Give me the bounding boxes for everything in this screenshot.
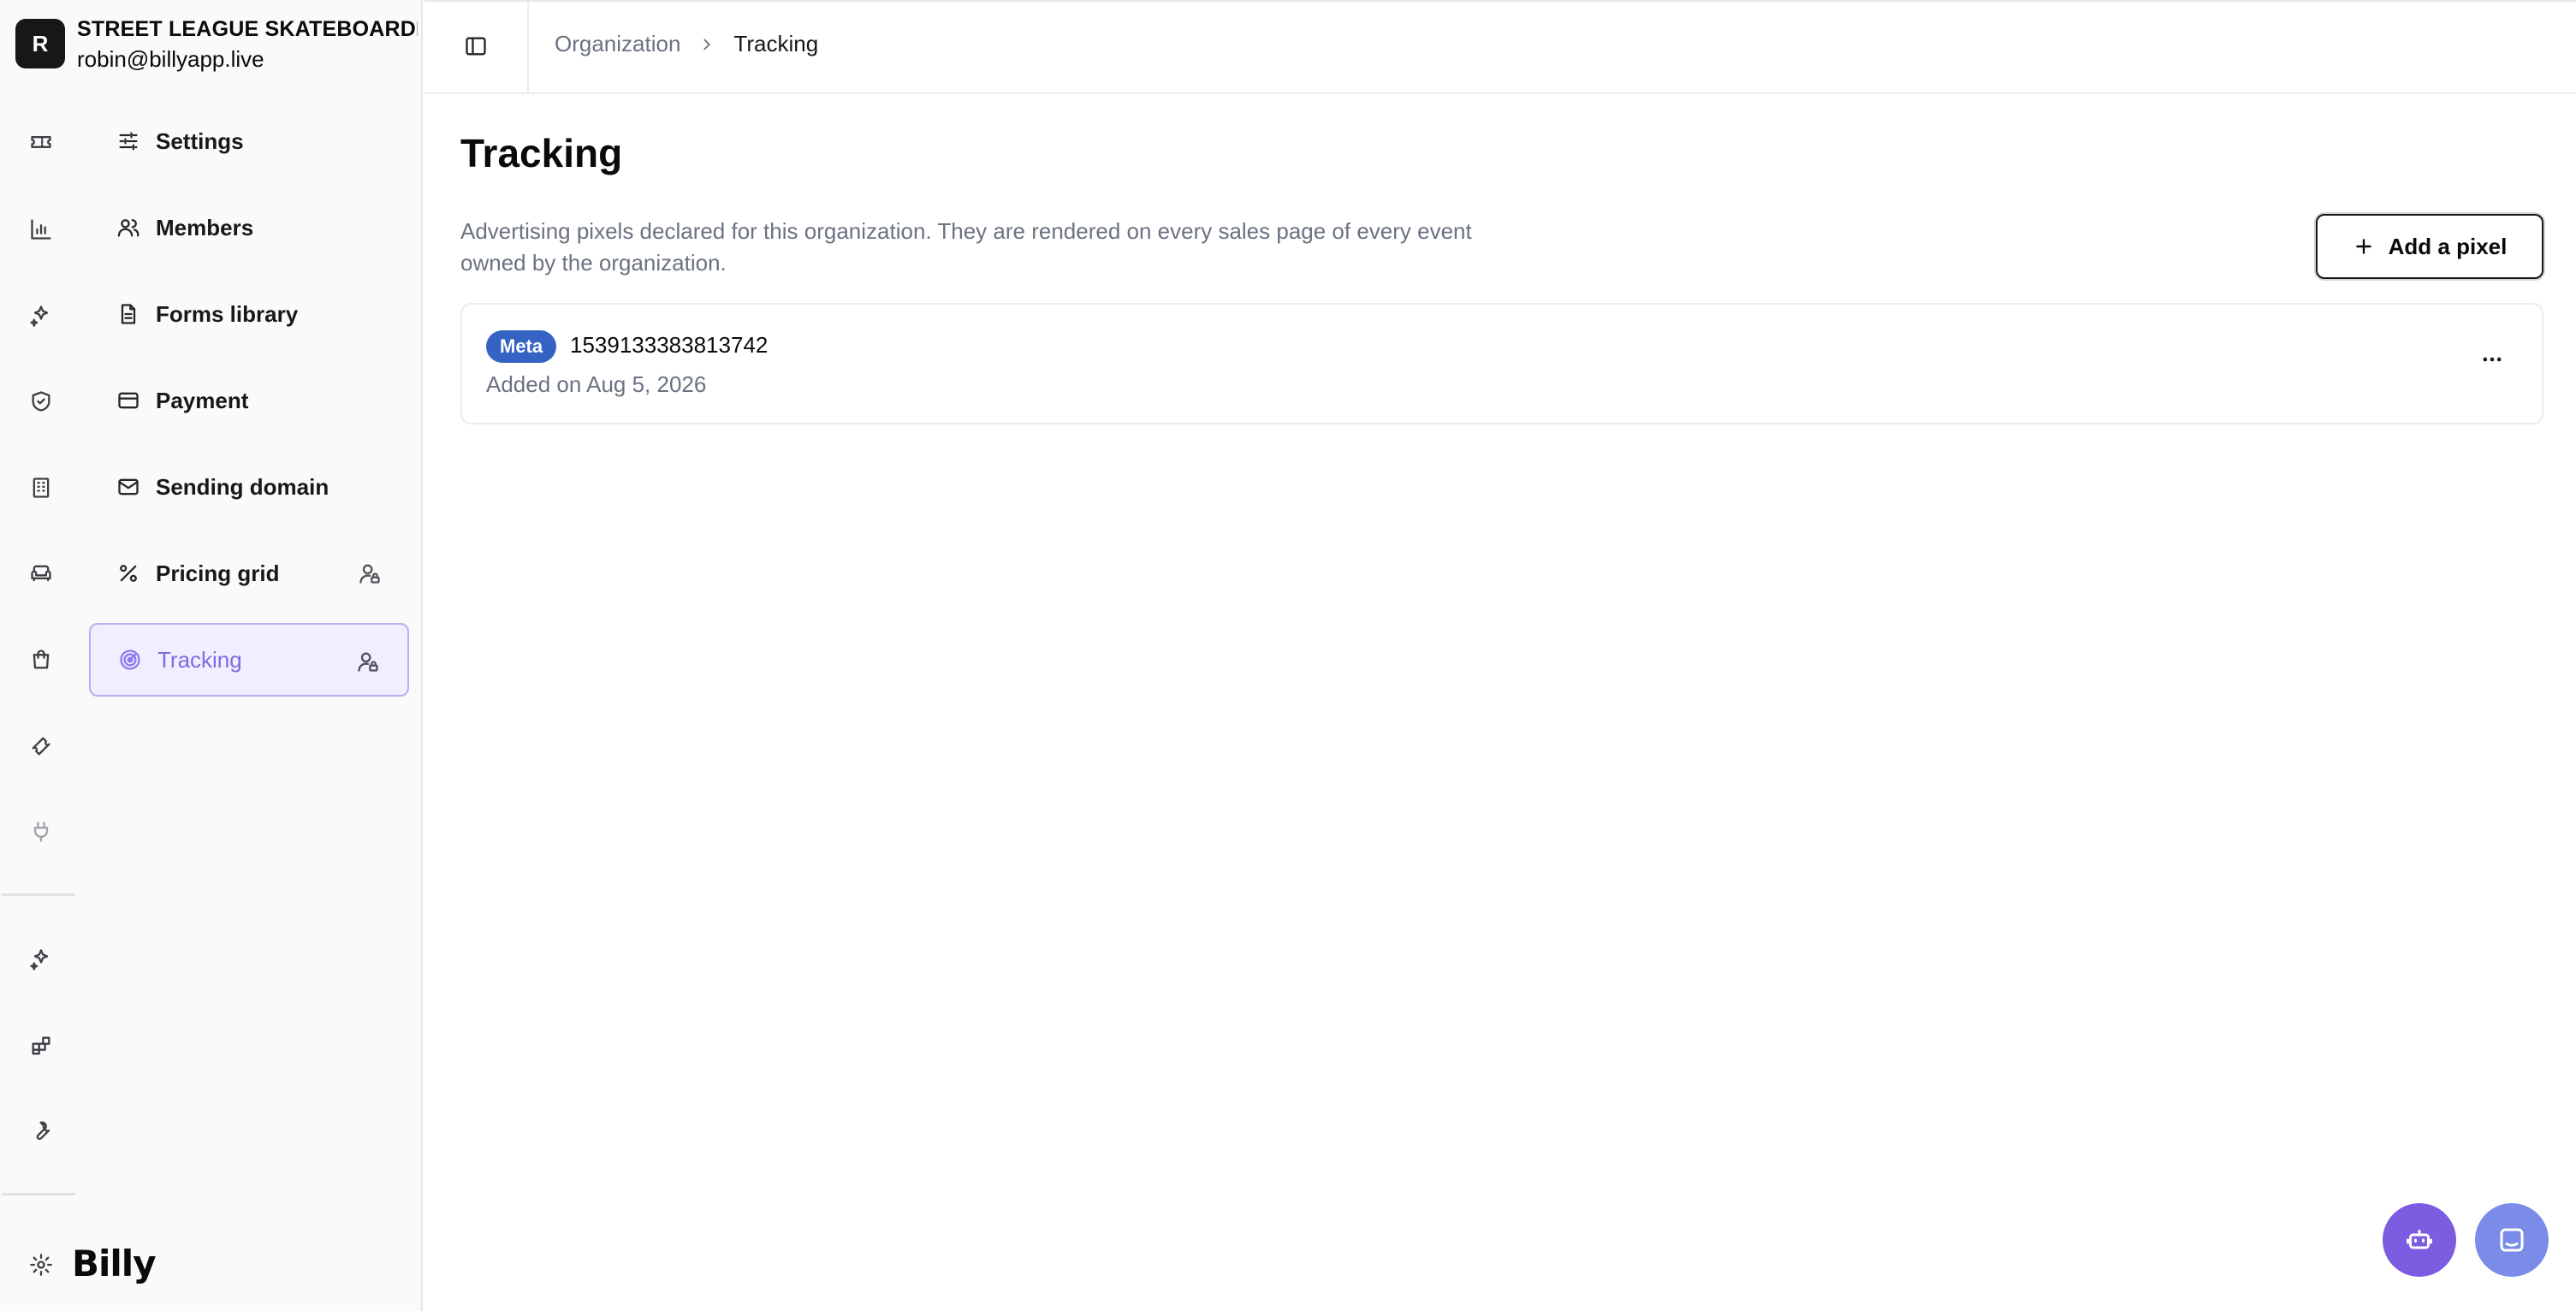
provider-badge: Meta (486, 330, 557, 363)
support-chat-button[interactable] (2475, 1203, 2549, 1277)
gear-icon[interactable] (24, 1248, 58, 1282)
wrench-icon[interactable] (24, 1114, 58, 1148)
shield-check-icon[interactable] (24, 384, 58, 418)
nav-item-label: Sending domain (156, 473, 329, 500)
nav-item-label: Payment (156, 387, 249, 413)
user-email: robin@billyapp.live (77, 46, 264, 72)
org-avatar[interactable]: R (15, 19, 65, 68)
pixel-added-date: Added on Aug 5, 2026 (486, 371, 707, 397)
plug-icon[interactable] (24, 815, 58, 849)
nav-item-payment[interactable]: Payment (89, 364, 409, 437)
sparkles-icon[interactable] (24, 299, 58, 333)
rail-divider (2, 893, 75, 896)
rail-divider (2, 1193, 75, 1195)
breadcrumb-organization[interactable]: Organization (555, 31, 680, 57)
billy-logo: Billy (72, 1243, 157, 1284)
nav-item-tracking[interactable]: Tracking (89, 623, 409, 697)
sliders-icon (115, 128, 142, 155)
mail-icon (115, 473, 142, 501)
credit-card-icon (115, 387, 142, 414)
shopping-bag-icon[interactable] (24, 643, 58, 677)
breadcrumb-current: Tracking (733, 31, 819, 56)
chevron-right-icon (697, 35, 716, 54)
topbar-divider (527, 2, 529, 94)
nav-item-label: Forms library (156, 300, 299, 327)
page-title: Tracking (460, 131, 623, 175)
sidebar-toggle-icon[interactable] (459, 29, 493, 63)
bot-icon (2404, 1225, 2435, 1255)
add-pixel-label: Add a pixel (2388, 233, 2508, 259)
nav-item-label: Pricing grid (156, 560, 280, 586)
nav-item-members[interactable]: Members (89, 191, 409, 264)
app-window: R STREET LEAGUE SKATEBOARDING robin@bill… (0, 0, 2576, 1311)
sidebar: R STREET LEAGUE SKATEBOARDING robin@bill… (0, 0, 423, 1311)
assistant-bot-button[interactable] (2383, 1203, 2456, 1277)
nav-item-sending-domain[interactable]: Sending domain (89, 450, 409, 524)
more-options-icon[interactable] (2473, 341, 2511, 378)
bar-chart-icon[interactable] (24, 212, 58, 246)
org-name[interactable]: STREET LEAGUE SKATEBOARDING (77, 17, 418, 42)
building-icon[interactable] (24, 471, 58, 505)
blocks-icon[interactable] (24, 1029, 58, 1063)
ticket-alt-icon[interactable] (24, 729, 58, 763)
plus-icon (2353, 235, 2375, 258)
nav-item-pricing-grid[interactable]: Pricing grid (89, 537, 409, 610)
add-pixel-button[interactable]: Add a pixel (2316, 214, 2543, 279)
nav-item-label: Tracking (157, 646, 242, 673)
chat-icon (2496, 1225, 2527, 1255)
page-description: Advertising pixels declared for this org… (460, 218, 1472, 276)
pixel-card: Meta 1539133383813742 Added on Aug 5, 20… (460, 303, 2543, 424)
nav-item-forms-library[interactable]: Forms library (89, 277, 409, 351)
nav-item-settings[interactable]: Settings (89, 104, 409, 178)
user-lock-icon (356, 650, 382, 675)
user-lock-icon (358, 561, 383, 587)
nav-item-label: Members (156, 214, 254, 240)
nav-item-label: Settings (156, 128, 244, 154)
breadcrumb: Organization Tracking (555, 31, 818, 57)
sparkles-alt-icon[interactable] (24, 942, 58, 976)
sofa-icon[interactable] (24, 556, 58, 590)
document-icon (115, 300, 142, 328)
users-icon (115, 214, 142, 241)
topbar: Organization Tracking (424, 0, 2576, 94)
percent-icon (115, 560, 142, 587)
ticket-icon[interactable] (24, 125, 58, 159)
radar-icon (116, 646, 144, 673)
pixel-id: 1539133383813742 (570, 332, 769, 358)
